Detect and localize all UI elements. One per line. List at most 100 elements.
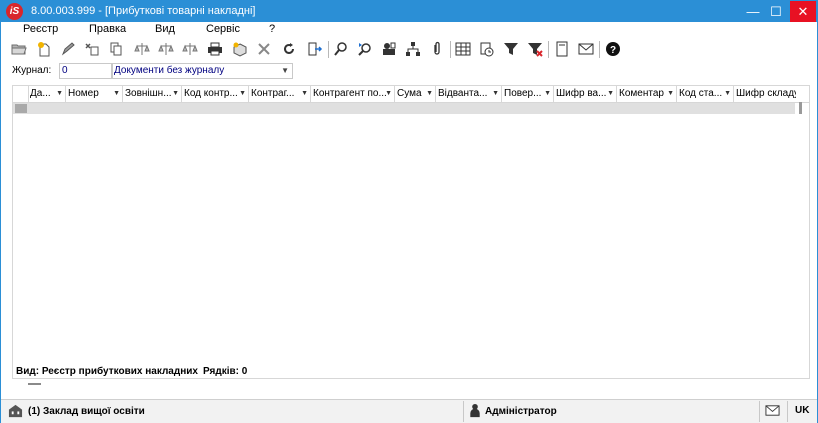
grid-header: Да... ▼ Номер ▼ Зовнішн... ▼ Код контр... ▼ …: [13, 86, 809, 103]
menu-view[interactable]: Вид: [155, 23, 175, 35]
language-indicator[interactable]: UK: [795, 405, 809, 416]
column-label: Шифр складу: [736, 88, 796, 99]
journal-select-value: Документи без журналу: [114, 65, 225, 76]
refresh-icon[interactable]: [279, 39, 299, 59]
new-document-icon[interactable]: [34, 39, 54, 59]
hierarchy-icon[interactable]: [403, 39, 423, 59]
balance-left-icon[interactable]: [156, 39, 176, 59]
documents-grid: Да... ▼ Номер ▼ Зовнішн... ▼ Код контр... ▼ …: [12, 85, 810, 385]
title-bar: iS 8.00.003.999 - [Прибуткові товарні на…: [1, 1, 817, 22]
column-label: Відванта...: [438, 88, 488, 99]
print-icon[interactable]: [205, 39, 225, 59]
status-divider: [759, 401, 760, 422]
chevron-down-icon[interactable]: ▼: [56, 86, 63, 102]
building-icon: [8, 403, 23, 421]
menu-help[interactable]: ?: [269, 23, 275, 35]
menu-service[interactable]: Сервіс: [206, 23, 240, 35]
column-header[interactable]: Код контр... ▼: [182, 86, 249, 102]
document-icon[interactable]: [552, 39, 572, 59]
rows-count: Рядків: 0: [203, 366, 248, 377]
help-icon[interactable]: ?: [603, 39, 623, 59]
tools-icon[interactable]: [254, 39, 274, 59]
column-label: Зовнішн...: [125, 88, 172, 99]
table-row[interactable]: [13, 103, 795, 114]
column-label: Номер: [68, 88, 99, 99]
column-label: Код контр...: [184, 88, 238, 99]
chevron-down-icon[interactable]: ▼: [239, 86, 246, 102]
journal-number-field[interactable]: 0: [59, 63, 113, 79]
org-chart-icon[interactable]: [379, 39, 399, 59]
menu-edit[interactable]: Правка: [89, 23, 126, 35]
journal-select[interactable]: Документи без журналу ▼: [111, 63, 293, 79]
column-header[interactable]: Да... ▼: [28, 86, 66, 102]
package-icon[interactable]: [230, 39, 250, 59]
chevron-down-icon[interactable]: ▼: [492, 86, 499, 102]
column-header[interactable]: Код ста... ▼: [677, 86, 734, 102]
column-header[interactable]: Зовнішн... ▼: [123, 86, 182, 102]
column-header[interactable]: Номер ▼: [66, 86, 123, 102]
column-label: Сума: [397, 88, 422, 99]
chevron-down-icon[interactable]: ▼: [667, 86, 674, 102]
chevron-down-icon[interactable]: ▼: [301, 86, 308, 102]
close-button[interactable]: ✕: [790, 1, 816, 22]
open-folder-icon[interactable]: [9, 39, 29, 59]
organization-label[interactable]: (1) Заклад вищої освіти: [28, 406, 145, 417]
column-header[interactable]: Шифр ва... ▼: [554, 86, 617, 102]
user-icon: [469, 403, 481, 421]
column-label: Шифр ва...: [556, 88, 607, 99]
column-label: Код ста...: [679, 88, 723, 99]
column-header[interactable]: Шифр складу: [734, 86, 796, 102]
column-header[interactable]: Відванта... ▼: [436, 86, 502, 102]
menu-registry[interactable]: Реєстр: [23, 23, 58, 35]
chevron-down-icon[interactable]: ▼: [426, 86, 433, 102]
export-icon[interactable]: [305, 39, 325, 59]
toolbar-separator: [599, 41, 600, 58]
table-icon[interactable]: [453, 39, 473, 59]
chevron-down-icon[interactable]: ▼: [544, 86, 551, 102]
toolbar: ?: [1, 38, 817, 61]
vertical-scrollbar[interactable]: [799, 102, 802, 114]
view-info: Вид: Реєстр прибуткових накладних: [16, 366, 198, 377]
filter-icon[interactable]: [501, 39, 521, 59]
column-label: Контрагент по...: [313, 88, 387, 99]
status-bar: (1) Заклад вищої освіти Адміністратор UK: [1, 399, 817, 423]
clear-filter-icon[interactable]: [525, 39, 545, 59]
chevron-down-icon[interactable]: ▼: [172, 86, 179, 102]
horizontal-scrollbar[interactable]: [28, 383, 41, 385]
column-label: Контраг...: [251, 88, 295, 99]
user-label[interactable]: Адміністратор: [485, 406, 557, 417]
chevron-down-icon[interactable]: ▼: [607, 86, 614, 102]
menu-bar: Реєстр Правка Вид Сервіс ?: [1, 22, 817, 37]
window-title: 8.00.003.999 - [Прибуткові товарні накла…: [31, 5, 256, 17]
minimize-button[interactable]: —: [742, 1, 764, 22]
chevron-down-icon[interactable]: ▼: [724, 86, 731, 102]
mail-icon[interactable]: [576, 39, 596, 59]
row-indicator: [15, 104, 27, 113]
mail-icon[interactable]: [765, 403, 780, 421]
column-label: Коментар: [619, 88, 664, 99]
chevron-down-icon[interactable]: ▼: [281, 64, 289, 78]
search-icon[interactable]: [331, 39, 351, 59]
column-label: Повер...: [504, 88, 542, 99]
toolbar-separator: [328, 41, 329, 58]
maximize-button[interactable]: ☐: [765, 1, 787, 22]
duplicate-icon[interactable]: [106, 39, 126, 59]
toolbar-separator: [548, 41, 549, 58]
clock-settings-icon[interactable]: [477, 39, 497, 59]
attachment-icon[interactable]: [427, 39, 447, 59]
edit-icon[interactable]: [58, 39, 78, 59]
column-header[interactable]: Контрагент по... ▼: [311, 86, 395, 102]
toolbar-separator: [450, 41, 451, 58]
copy-icon[interactable]: [82, 39, 102, 59]
balance-icon[interactable]: [132, 39, 152, 59]
chevron-down-icon[interactable]: ▼: [385, 86, 392, 102]
balance-right-icon[interactable]: [180, 39, 200, 59]
status-divider: [463, 401, 464, 422]
find-next-icon[interactable]: [355, 39, 375, 59]
column-header[interactable]: Контраг... ▼: [249, 86, 311, 102]
app-window: iS 8.00.003.999 - [Прибуткові товарні на…: [0, 0, 818, 423]
column-header[interactable]: Повер... ▼: [502, 86, 554, 102]
chevron-down-icon[interactable]: ▼: [113, 86, 120, 102]
column-header[interactable]: Коментар ▼: [617, 86, 677, 102]
column-header[interactable]: Сума ▼: [395, 86, 436, 102]
